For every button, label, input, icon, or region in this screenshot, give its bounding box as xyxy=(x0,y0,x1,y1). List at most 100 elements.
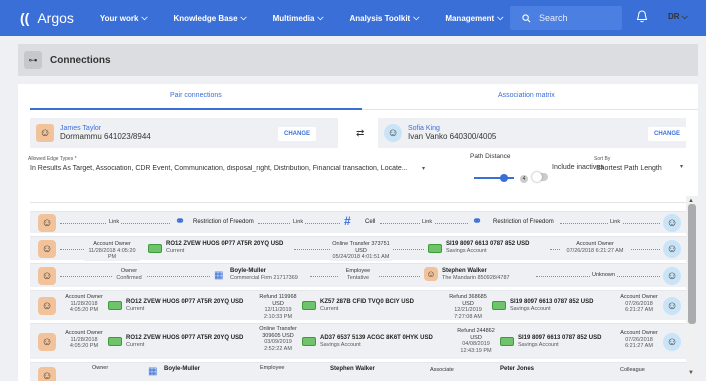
person-avatar: ☺ xyxy=(36,124,54,142)
person-avatar: ☺ xyxy=(38,267,56,285)
path-distance-value: 4 xyxy=(520,175,528,183)
page-title: Connections xyxy=(50,54,111,66)
right-entity-card: ☺ Sofia King Ivan Vanko 640300/4005 xyxy=(378,118,686,148)
path-distance-slider[interactable] xyxy=(474,177,514,179)
person-node[interactable]: Stephen Walker The Mandarin 850928/4787 xyxy=(442,268,510,282)
person-avatar: ☺ xyxy=(38,297,56,315)
user-menu[interactable]: DR ⌵ xyxy=(668,12,688,22)
chevron-down-icon: ⌵ xyxy=(681,12,688,21)
edge-label: Link xyxy=(420,219,435,226)
chevron-down-icon: ⌵ xyxy=(141,13,148,22)
person-avatar: ☺ xyxy=(38,333,56,351)
left-entity-number: Dormammu 641023/8944 xyxy=(60,132,151,141)
edge-types-select[interactable]: In Results As Target, Association, CDR E… xyxy=(30,165,422,172)
path-row[interactable]: ☺ Account Owner 11/28/2018 4:05:20 PM RO1… xyxy=(30,323,686,359)
tab-pair-connections[interactable]: Pair connections xyxy=(170,92,222,99)
scroll-up-icon[interactable]: ▲ xyxy=(688,198,694,204)
edge-label: Online Transfer 373751 USD 05/24/2018 4:0… xyxy=(330,241,392,261)
path-row[interactable]: ☺ Owner ▦ Boyle-Muller Employee Stephen … xyxy=(30,362,686,381)
bell-icon[interactable] xyxy=(636,10,648,23)
account-node[interactable]: RO12 ZVEW HUOS 0P77 AT5R 20YQ USD Current xyxy=(166,241,283,255)
edge-label: Employee Tentative xyxy=(338,268,378,282)
edge-label: Online Transfer 309605 USD 03/09/2019 2:5… xyxy=(259,326,297,352)
person-avatar: ☺ xyxy=(38,214,56,232)
tab-association-matrix[interactable]: Association matrix xyxy=(498,92,555,99)
person-node[interactable]: Peter Jones xyxy=(500,366,534,373)
person-avatar: ☺ xyxy=(663,267,681,285)
nav-analysis-toolkit[interactable]: Analysis Toolkit ⌵ xyxy=(349,13,419,23)
edge-label: Refund 244862 USD 04/08/2019 12:43:19 PM xyxy=(457,328,495,354)
change-right-button[interactable]: CHANGE xyxy=(648,127,687,141)
account-node[interactable]: AD37 6537 5139 ACGC 8K6T 0HYK USD Savings… xyxy=(320,335,433,349)
bank-account-icon xyxy=(108,301,122,310)
person-avatar: ☺ xyxy=(424,267,438,281)
organization-node[interactable]: Boyle-Muller Commercial Firm 21717369 xyxy=(230,268,298,282)
edge-label: Refund 119968 USD 12/11/2019 2:10:33 PM xyxy=(259,294,297,320)
cell-hash-icon: # xyxy=(344,214,351,228)
edge-label: Link xyxy=(291,219,306,226)
nav-your-work[interactable]: Your work ⌵ xyxy=(100,13,148,23)
person-avatar: ☺ xyxy=(38,367,56,381)
person-avatar: ☺ xyxy=(38,240,56,258)
edge-label: Link xyxy=(107,219,122,226)
argos-logo-icon[interactable]: (( xyxy=(20,10,29,26)
bank-account-icon xyxy=(148,244,162,253)
person-avatar: ☺ xyxy=(663,297,681,315)
edge-label: Account Owner 11/28/2018 4:05:20 PM xyxy=(84,241,140,261)
person-avatar: ☺ xyxy=(663,333,681,351)
include-inactives-toggle[interactable] xyxy=(532,172,548,182)
nav-multimedia[interactable]: Multimedia ⌵ xyxy=(273,13,324,23)
nav-knowledge-base[interactable]: Knowledge Base ⌵ xyxy=(174,13,247,23)
edge-label: Colleague xyxy=(620,367,645,373)
edge-label: Employee xyxy=(260,365,285,371)
chevron-down-icon: ⌵ xyxy=(497,13,504,22)
account-node[interactable]: RO12 ZVEW HUOS 0P77 AT5R 20YQ USD Current xyxy=(126,299,243,313)
edge-types-label: Allowed Edge Types * xyxy=(28,156,77,162)
account-node[interactable]: SI19 8097 6613 0787 852 USD Savings Accou… xyxy=(518,335,601,349)
path-row[interactable]: ☺ Account Owner 11/28/2018 4:05:20 PM RO1… xyxy=(30,290,686,320)
connections-icon: ⊶ xyxy=(24,51,42,69)
search-input[interactable]: Search xyxy=(510,6,622,30)
right-entity-name[interactable]: Sofia King xyxy=(408,125,496,132)
brand-name[interactable]: Argos xyxy=(37,10,74,26)
person-avatar: ☺ xyxy=(663,214,681,232)
edge-label: Account Owner 07/26/2018 6:21:27 AM xyxy=(560,241,630,255)
sort-by-select[interactable]: Shortest Path Length xyxy=(596,165,662,172)
scroll-down-icon[interactable]: ▼ xyxy=(688,370,694,376)
bank-account-icon xyxy=(428,244,442,253)
organization-icon: ▦ xyxy=(148,366,158,377)
search-icon xyxy=(522,13,531,22)
edge-label: Account Owner 11/28/2018 4:05:20 PM xyxy=(65,294,103,314)
path-distance-label: Path Distance xyxy=(470,153,511,160)
bank-account-icon xyxy=(108,337,122,346)
edge-label: Account Owner 07/26/2018 6:21:27 AM xyxy=(620,330,658,350)
divider xyxy=(30,202,686,203)
nav-management[interactable]: Management ⌵ xyxy=(445,13,503,23)
edge-label: Refund 368685 USD 12/21/2019 7:27:08 AM xyxy=(449,294,487,320)
account-node[interactable]: KZ57 287B CFID TVQ0 BCIY USD Current xyxy=(320,299,414,313)
path-row[interactable]: ☺ Account Owner 11/28/2018 4:05:20 PM RO1… xyxy=(30,236,686,261)
restriction-icon: ⚭ xyxy=(175,214,186,228)
tab-divider xyxy=(362,109,698,110)
left-entity-name[interactable]: James Taylor xyxy=(60,125,151,132)
caret-down-icon: ▾ xyxy=(680,164,684,170)
account-node[interactable]: SI19 8097 6613 0787 852 USD Savings Accou… xyxy=(446,241,529,255)
scrollbar-thumb[interactable] xyxy=(688,204,696,324)
active-tab-indicator xyxy=(30,108,362,110)
caret-down-icon: ▾ xyxy=(422,166,426,172)
sort-by-label: Sort By xyxy=(594,156,611,162)
restriction-icon: ⚭ xyxy=(472,214,483,228)
page-header: ⊶ Connections xyxy=(18,44,698,76)
organization-node[interactable]: Boyle-Muller xyxy=(164,366,200,373)
person-node[interactable]: Stephen Walker xyxy=(330,366,375,373)
path-row[interactable]: ☺ Link ⚭ Restriction of Freedom Link # C… xyxy=(30,211,686,233)
account-node[interactable]: RO12 ZVEW HUOS 0P77 AT5R 20YQ USD Current xyxy=(126,335,243,349)
account-node[interactable]: SI19 8097 6613 0787 852 USD Savings Accou… xyxy=(510,299,593,313)
bank-account-icon xyxy=(492,301,506,310)
slider-handle[interactable] xyxy=(500,174,508,182)
person-avatar: ☺ xyxy=(663,240,681,258)
change-left-button[interactable]: CHANGE xyxy=(278,127,317,141)
swap-icon[interactable]: ⇄ xyxy=(356,128,364,139)
search-placeholder: Search xyxy=(539,13,568,23)
path-row[interactable]: ☺ Owner Confirmed ▦ Boyle-Muller Commercia… xyxy=(30,263,686,287)
